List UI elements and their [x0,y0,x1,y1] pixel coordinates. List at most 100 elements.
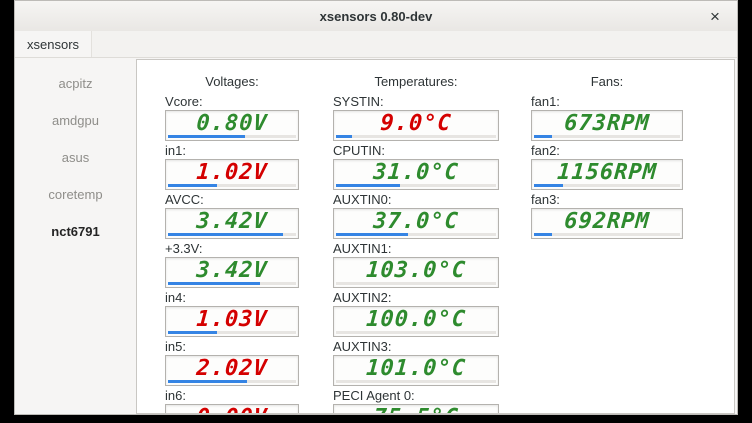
xsensors-window: xsensors 0.80-dev × xsensors acpitzamdgp… [14,0,738,415]
sensor-label-in4: in4: [165,290,299,306]
sensor-value-plus3v3: 3.42V [165,258,299,284]
sensor-auxtin1: AUXTIN1:103.0°C [333,241,499,288]
sensor-in5: in5:2.02V [165,339,299,386]
value-gauge-vcore [168,135,296,138]
sensor-label-plus3v3: +3.3V: [165,241,299,257]
sensor-label-auxtin2: AUXTIN2: [333,290,499,306]
titlebar[interactable]: xsensors 0.80-dev × [15,1,737,32]
sensor-auxtin0: AUXTIN0:37.0°C [333,192,499,239]
sensor-value-in1: 1.02V [165,160,299,186]
sensor-value-cputin: 31.0°C [333,160,499,186]
value-gauge-avcc [168,233,296,236]
sidebar: acpitzamdgpuasuscoretempnct6791 [15,65,136,414]
sensor-label-avcc: AVCC: [165,192,299,208]
tab-xsensors[interactable]: xsensors [15,31,92,57]
value-gauge-auxtin0 [336,233,496,236]
value-gauge-fill-plus3v3 [168,282,260,285]
sensor-value-auxtin3: 101.0°C [333,356,499,382]
sensor-value-fan1: 673RPM [531,111,683,137]
lcd-display-in5: 2.02V [165,355,299,386]
lcd-display-auxtin3: 101.0°C [333,355,499,386]
column-header-voltages: Voltages: [165,74,299,90]
sensor-in4: in4:1.03V [165,290,299,337]
sensor-plus3v3: +3.3V:3.42V [165,241,299,288]
value-gauge-auxtin2 [336,331,496,334]
sensor-in1: in1:1.02V [165,143,299,190]
sensor-value-avcc: 3.42V [165,209,299,235]
lcd-display-in6: 0.00V [165,404,299,414]
tab-bar: xsensors [15,31,737,58]
lcd-display-auxtin0: 37.0°C [333,208,499,239]
sensor-label-in5: in5: [165,339,299,355]
sensor-value-peci_agent_0: 75.5°C [333,405,499,414]
column-header-fans: Fans: [531,74,683,90]
value-gauge-fan2 [534,184,680,187]
lcd-display-peci_agent_0: 75.5°C [333,404,499,414]
sensor-value-auxtin1: 103.0°C [333,258,499,284]
sensor-label-in1: in1: [165,143,299,159]
lcd-display-auxtin1: 103.0°C [333,257,499,288]
column-fans: Fans:fan1:673RPMfan2:1156RPMfan3:692RPM [531,74,683,241]
screen: { "window": { "title": "xsensors 0.80-de… [0,0,752,423]
value-gauge-fill-in5 [168,380,247,383]
sensor-value-vcore: 0.80V [165,111,299,137]
lcd-display-avcc: 3.42V [165,208,299,239]
sensor-auxtin2: AUXTIN2:100.0°C [333,290,499,337]
sensor-value-systin: 9.0°C [333,111,499,137]
sidebar-item-amdgpu[interactable]: amdgpu [15,102,136,139]
sensor-value-in4: 1.03V [165,307,299,333]
lcd-display-in4: 1.03V [165,306,299,337]
lcd-display-vcore: 0.80V [165,110,299,141]
value-gauge-fill-systin [336,135,352,138]
column-header-temperatures: Temperatures: [333,74,499,90]
column-temperatures: Temperatures:SYSTIN:9.0°CCPUTIN:31.0°CAU… [333,74,499,414]
value-gauge-fill-vcore [168,135,245,138]
sidebar-item-asus[interactable]: asus [15,139,136,176]
column-voltages: Voltages:Vcore:0.80Vin1:1.02VAVCC:3.42V+… [165,74,299,414]
value-gauge-in5 [168,380,296,383]
sensor-in6: in6:0.00V [165,388,299,414]
value-gauge-fan1 [534,135,680,138]
value-gauge-cputin [336,184,496,187]
value-gauge-fill-in4 [168,331,217,334]
value-gauge-fill-in1 [168,184,217,187]
sidebar-item-coretemp[interactable]: coretemp [15,176,136,213]
close-button[interactable]: × [705,1,725,31]
value-gauge-auxtin1 [336,282,496,285]
value-gauge-auxtin3 [336,380,496,383]
lcd-display-fan2: 1156RPM [531,159,683,190]
sensor-value-fan3: 692RPM [531,209,683,235]
sensor-label-vcore: Vcore: [165,94,299,110]
sensor-label-auxtin1: AUXTIN1: [333,241,499,257]
sensor-label-peci_agent_0: PECI Agent 0: [333,388,499,404]
lcd-display-plus3v3: 3.42V [165,257,299,288]
main-area: acpitzamdgpuasuscoretempnct6791 Voltages… [15,57,737,414]
sensor-label-in6: in6: [165,388,299,404]
sensor-label-fan2: fan2: [531,143,683,159]
value-gauge-fill-cputin [336,184,400,187]
sensor-label-fan3: fan3: [531,192,683,208]
value-gauge-fill-auxtin0 [336,233,408,236]
value-gauge-in1 [168,184,296,187]
value-gauge-in4 [168,331,296,334]
sensor-vcore: Vcore:0.80V [165,94,299,141]
value-gauge-plus3v3 [168,282,296,285]
value-gauge-fill-fan3 [534,233,552,236]
lcd-display-fan1: 673RPM [531,110,683,141]
sensor-label-auxtin0: AUXTIN0: [333,192,499,208]
window-title: xsensors 0.80-dev [320,9,433,24]
sensor-fan2: fan2:1156RPM [531,143,683,190]
sensor-label-systin: SYSTIN: [333,94,499,110]
lcd-display-systin: 9.0°C [333,110,499,141]
sensor-fan3: fan3:692RPM [531,192,683,239]
lcd-display-fan3: 692RPM [531,208,683,239]
lcd-display-cputin: 31.0°C [333,159,499,190]
sidebar-item-nct6791[interactable]: nct6791 [15,213,136,250]
sensor-fan1: fan1:673RPM [531,94,683,141]
lcd-display-auxtin2: 100.0°C [333,306,499,337]
value-gauge-fill-fan1 [534,135,552,138]
sensor-systin: SYSTIN:9.0°C [333,94,499,141]
sidebar-item-acpitz[interactable]: acpitz [15,65,136,102]
sensor-value-in5: 2.02V [165,356,299,382]
value-gauge-fan3 [534,233,680,236]
